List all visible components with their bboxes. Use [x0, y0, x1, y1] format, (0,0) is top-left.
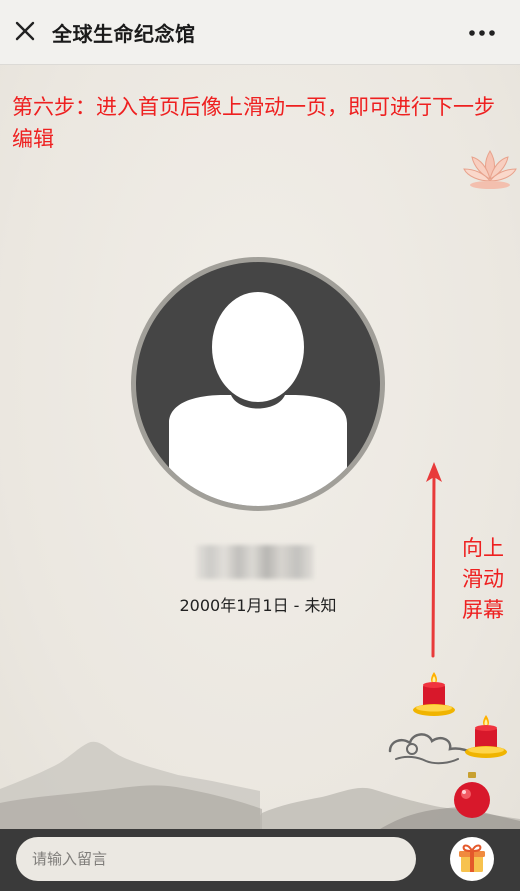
candle-icon: [413, 672, 455, 716]
name-redacted: [196, 545, 314, 579]
gift-button[interactable]: [450, 837, 494, 881]
instruction-text: 第六步：进入首页后像上滑动一页，即可进行下一步编辑: [12, 95, 495, 151]
top-bar: 全球生命纪念馆: [0, 0, 520, 65]
up-arrow-icon: [426, 462, 442, 658]
ornament-icon: [454, 772, 490, 818]
gift-icon: [459, 844, 485, 872]
memorial-content[interactable]: 第六步：进入首页后像上滑动一页，即可进行下一步编辑 2000年1月1日 - 未知…: [0, 65, 520, 829]
close-icon[interactable]: [8, 14, 42, 48]
swipe-hint: 向上 滑动 屏幕: [462, 536, 504, 622]
more-dots-icon[interactable]: [462, 18, 502, 48]
lotus-icon: [463, 150, 517, 189]
page-title: 全球生命纪念馆: [52, 22, 196, 46]
message-input[interactable]: [16, 837, 416, 881]
candle-icon: [465, 715, 507, 758]
default-avatar-icon[interactable]: [129, 255, 387, 513]
comment-bar: [0, 829, 520, 891]
